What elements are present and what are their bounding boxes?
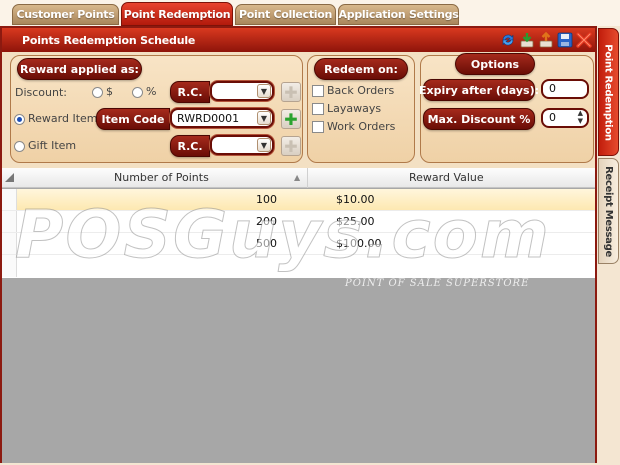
reward-item-label: Reward Item <box>28 112 98 125</box>
points-cell[interactable]: 500 <box>256 237 277 250</box>
rc-label-2: R.C. <box>170 135 210 157</box>
row-header[interactable] <box>2 189 17 210</box>
header-toolbar <box>499 30 593 50</box>
item-code-label: Item Code <box>96 108 170 130</box>
reward-panel-title: Reward applied as: <box>17 58 142 80</box>
delete-icon[interactable] <box>575 30 593 50</box>
column-divider <box>307 168 308 188</box>
schedule-header: Points Redemption Schedule <box>2 28 595 52</box>
rc-label-1: R.C. <box>170 81 210 103</box>
max-discount-value: 0 <box>549 111 556 124</box>
select-all-corner-icon[interactable] <box>5 173 14 182</box>
grid-body: 100 $10.00 200 $25.00 500 $100.00 <box>2 189 595 278</box>
add-item-code-icon[interactable]: ✚ <box>281 109 301 129</box>
row-header[interactable] <box>2 255 17 277</box>
download-icon[interactable] <box>518 30 536 50</box>
points-grid: Number of Points ▲ Reward Value 100 $10.… <box>2 168 595 463</box>
side-tab-receipt-message-label: Receipt Message <box>603 165 614 257</box>
item-code-select[interactable]: RWRD0001 ▼ <box>170 108 274 128</box>
refresh-icon[interactable] <box>499 30 517 50</box>
discount-percent-label: % <box>146 85 157 98</box>
rc-select-1[interactable]: ▼ <box>210 81 274 101</box>
layaways-label: Layaways <box>327 102 382 115</box>
table-row[interactable]: 200 $25.00 <box>2 211 595 233</box>
chevron-down-icon[interactable]: ▼ <box>257 138 271 152</box>
tab-point-collection[interactable]: Point Collection <box>235 4 336 25</box>
upload-icon[interactable] <box>537 30 555 50</box>
stepper-arrows-icon[interactable]: ▲ ▼ <box>578 109 583 125</box>
tab-bar: Customer Points Point Redemption Point C… <box>0 0 620 26</box>
row-header[interactable] <box>2 233 17 254</box>
grid-header: Number of Points ▲ Reward Value <box>2 168 595 188</box>
reward-value-cell[interactable]: $25.00 <box>336 215 375 228</box>
page-title: Points Redemption Schedule <box>22 33 196 47</box>
column-header-points[interactable]: Number of Points <box>114 171 209 184</box>
reward-value-cell[interactable]: $100.00 <box>336 237 382 250</box>
max-discount-label: Max. Discount % <box>423 108 535 130</box>
side-tab-point-redemption-label: Point Redemption <box>603 43 614 141</box>
work-orders-label: Work Orders <box>327 120 396 133</box>
discount-percent-radio[interactable] <box>132 87 143 98</box>
expiry-label: Expiry after (days): <box>419 79 539 101</box>
column-header-reward-value[interactable]: Reward Value <box>409 171 484 184</box>
chevron-down-icon[interactable]: ▼ <box>257 84 271 98</box>
save-icon[interactable] <box>556 30 574 50</box>
chevron-down-icon[interactable]: ▼ <box>257 111 271 125</box>
table-row[interactable]: 100 $10.00 <box>2 189 595 211</box>
tab-application-settings[interactable]: Application Settings <box>338 4 459 25</box>
side-tab-receipt-message[interactable]: Receipt Message <box>598 158 619 264</box>
max-discount-stepper[interactable]: 0 ▲ ▼ <box>541 108 589 128</box>
add-rc-2-icon[interactable]: ✚ <box>281 136 301 156</box>
work-orders-checkbox[interactable] <box>312 121 324 133</box>
reward-panel: Reward applied as: Discount: $ % R.C. ▼ … <box>10 55 303 163</box>
redeem-panel-title: Redeem on: <box>314 58 408 80</box>
discount-dollar-label: $ <box>106 85 113 98</box>
app-window: Customer Points Point Redemption Point C… <box>0 0 620 465</box>
sort-ascending-icon: ▲ <box>294 173 301 182</box>
tab-point-redemption[interactable]: Point Redemption <box>121 2 233 26</box>
discount-dollar-radio[interactable] <box>92 87 103 98</box>
gift-item-label: Gift Item <box>28 139 77 152</box>
options-panel: Options Expiry after (days): 0 Max. Disc… <box>419 53 594 163</box>
discount-label: Discount: <box>15 86 67 99</box>
expiry-input[interactable]: 0 <box>541 79 589 99</box>
points-cell[interactable]: 200 <box>256 215 277 228</box>
points-cell[interactable]: 100 <box>256 193 277 206</box>
row-header[interactable] <box>2 211 17 232</box>
back-orders-label: Back Orders <box>327 84 395 97</box>
item-code-value: RWRD0001 <box>177 112 240 125</box>
table-row[interactable]: 500 $100.00 <box>2 233 595 255</box>
redeem-panel: Redeem on: Back Orders Layaways Work Ord… <box>307 55 415 163</box>
tab-customer-points[interactable]: Customer Points <box>12 4 119 25</box>
main-panel: Points Redemption Schedule Reward applie… <box>0 26 597 463</box>
table-row-new[interactable] <box>2 255 595 277</box>
options-panel-title: Options <box>455 53 535 75</box>
rc-select-2[interactable]: ▼ <box>210 135 274 155</box>
reward-value-cell[interactable]: $10.00 <box>336 193 375 206</box>
side-tab-point-redemption[interactable]: Point Redemption <box>598 28 619 156</box>
gift-item-radio[interactable] <box>14 141 25 152</box>
layaways-checkbox[interactable] <box>312 103 324 115</box>
reward-item-radio[interactable] <box>14 114 25 125</box>
add-rc-1-icon[interactable]: ✚ <box>281 82 301 102</box>
back-orders-checkbox[interactable] <box>312 85 324 97</box>
